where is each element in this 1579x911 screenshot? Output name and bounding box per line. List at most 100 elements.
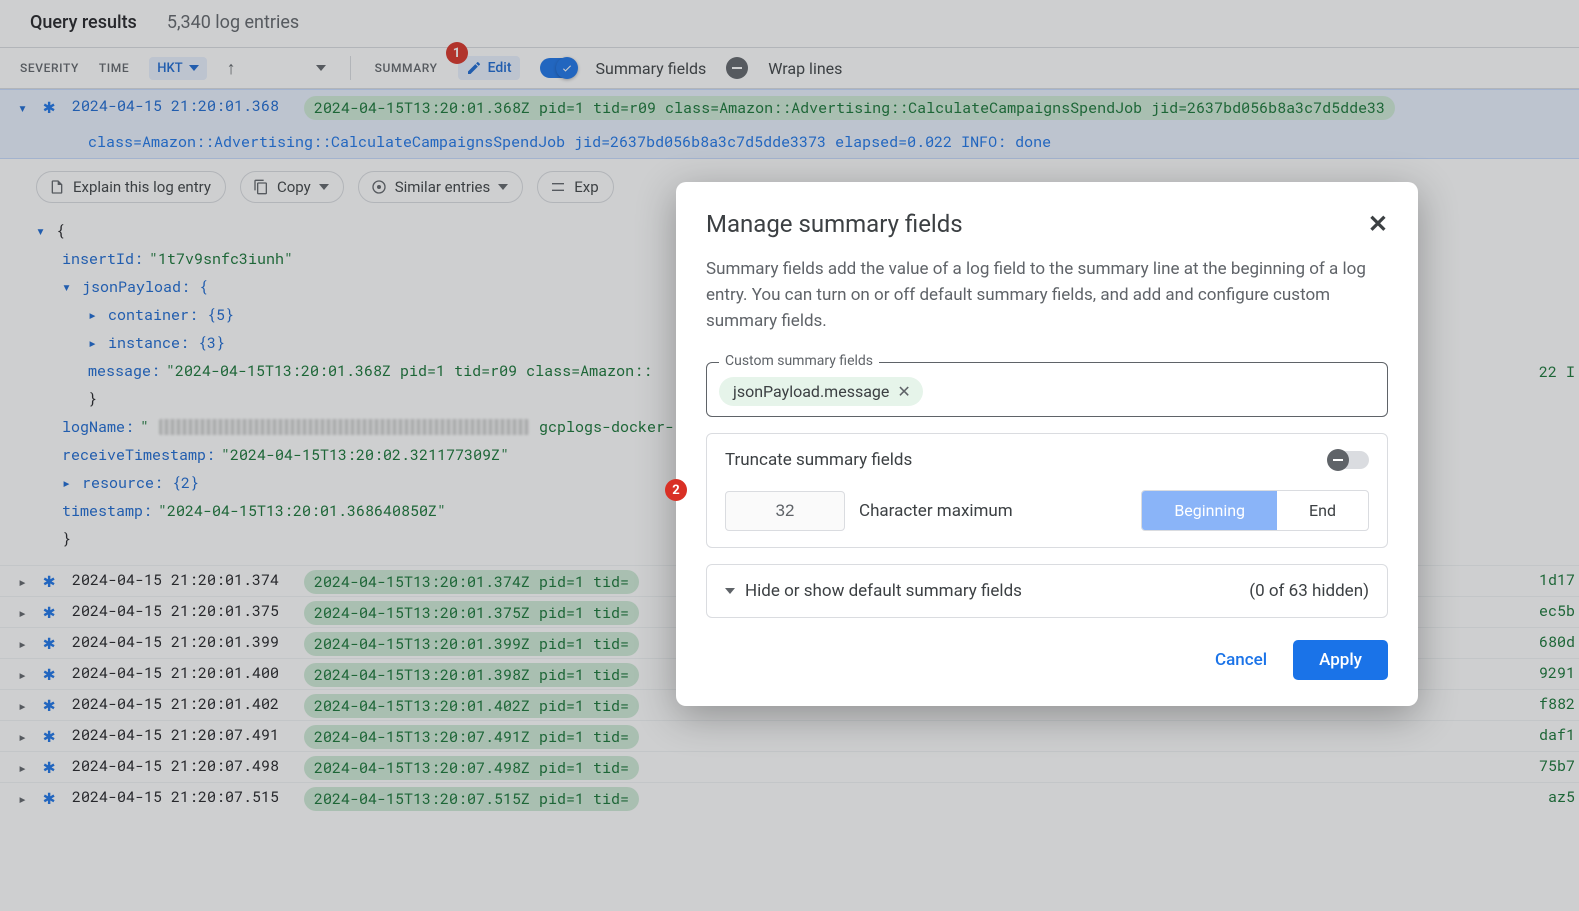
log-row[interactable]: ✱ 2024-04-15 21:20:07.491 2024-04-15T13:… <box>0 720 1579 751</box>
expand-button[interactable]: Exp <box>537 171 613 203</box>
expand-icon[interactable] <box>62 273 76 301</box>
partial-chip: 75b7 <box>1539 756 1575 776</box>
json-key: jsonPayload: { <box>82 273 208 301</box>
json-key: timestamp: <box>62 497 152 525</box>
json-key: receiveTimestamp: <box>62 441 215 469</box>
json-key: instance: {3} <box>108 329 225 357</box>
copy-button[interactable]: Copy <box>240 171 344 203</box>
json-value: "2024-04-15T13:20:02.321177309Z" <box>221 441 509 469</box>
partial-chip: 680d <box>1539 632 1575 652</box>
caret-down-icon <box>498 184 508 190</box>
brace: } <box>62 525 71 553</box>
summary-message-chip: 2024-04-15T13:20:01.374Z pid=1 tid= <box>304 570 639 594</box>
timezone-label: HKT <box>157 61 182 76</box>
edit-label: Edit <box>488 60 512 76</box>
chevron-down-icon <box>725 588 735 594</box>
step-badge-1: 1 <box>446 42 468 64</box>
hide-default-card[interactable]: Hide or show default summary fields (0 o… <box>706 564 1388 618</box>
step-badge-2: 2 <box>665 479 687 501</box>
timestamp-cell: 2024-04-15 21:20:07.491 <box>66 725 296 745</box>
brace: { <box>56 217 65 245</box>
collapse-row-icon[interactable] <box>18 96 32 118</box>
expand-row-icon[interactable] <box>18 663 32 685</box>
json-value: "2024-04-15T13:20:01.368640850Z" <box>158 497 446 525</box>
summary-second-line: class=Amazon::Advertising::CalculateCamp… <box>18 132 1569 152</box>
severity-info-icon: ✱ <box>40 570 58 588</box>
truncate-toggle[interactable] <box>1329 451 1369 469</box>
expand-row-icon[interactable] <box>18 632 32 654</box>
json-value-suffix: gcplogs-docker- <box>539 413 674 441</box>
partial-chip: az5 <box>1548 787 1575 807</box>
caret-down-icon <box>319 184 329 190</box>
col-time: TIME <box>99 61 129 75</box>
divider <box>350 56 351 80</box>
partial-chip: f882 <box>1539 694 1575 714</box>
expand-row-icon[interactable] <box>18 694 32 716</box>
end-button[interactable]: End <box>1277 491 1368 530</box>
custom-fields-input[interactable]: Custom summary fields jsonPayload.messag… <box>706 362 1388 417</box>
edit-summary-button[interactable]: 1 Edit <box>458 56 520 80</box>
severity-info-icon: ✱ <box>40 96 58 114</box>
timezone-chip[interactable]: HKT <box>149 57 206 80</box>
timestamp-cell: 2024-04-15 21:20:01.402 <box>66 694 296 714</box>
summary-message-chip: 2024-04-15T13:20:01.402Z pid=1 tid= <box>304 694 639 718</box>
json-value: " <box>140 413 149 441</box>
summary-message-chip: 2024-04-15T13:20:01.368Z pid=1 tid=r09 c… <box>304 96 1395 120</box>
truncate-position-segment: Beginning End <box>1141 490 1369 531</box>
partial-chip: daf1 <box>1539 725 1575 745</box>
fieldset-legend: Custom summary fields <box>719 353 879 369</box>
apply-button[interactable]: Apply <box>1293 640 1388 680</box>
expand-row-icon[interactable] <box>18 725 32 747</box>
expand-icon <box>550 179 566 195</box>
expand-icon[interactable] <box>88 329 102 357</box>
expand-icon[interactable] <box>62 469 76 497</box>
severity-info-icon: ✱ <box>40 787 58 805</box>
col-severity: SEVERITY <box>20 61 79 75</box>
cancel-button[interactable]: Cancel <box>1215 650 1267 670</box>
partial-chip: ec5b <box>1539 601 1575 621</box>
summary-message-chip: 2024-04-15T13:20:07.498Z pid=1 tid= <box>304 756 639 780</box>
expand-row-icon[interactable] <box>18 570 32 592</box>
col-summary: SUMMARY <box>375 61 438 75</box>
sort-asc-icon[interactable]: ↑ <box>227 58 236 79</box>
expand-row-icon[interactable] <box>18 601 32 623</box>
json-value: "1t7v9snfc3iunh" <box>149 245 293 273</box>
copy-icon <box>253 179 269 195</box>
json-key: resource: {2} <box>82 469 199 497</box>
timestamp-cell: 2024-04-15 21:20:01.368 <box>66 96 296 116</box>
expand-icon[interactable] <box>88 301 102 329</box>
dialog-title: Manage summary fields <box>706 210 963 238</box>
expand-label: Exp <box>574 178 598 196</box>
log-row[interactable]: ✱ 2024-04-15 21:20:07.498 2024-04-15T13:… <box>0 751 1579 782</box>
json-key: message: <box>88 357 160 385</box>
expand-row-icon[interactable] <box>18 787 32 809</box>
json-key: container: {5} <box>108 301 234 329</box>
summary-message-chip: 2024-04-15T13:20:01.375Z pid=1 tid= <box>304 601 639 625</box>
expand-row-icon[interactable] <box>18 756 32 778</box>
close-button[interactable]: ✕ <box>1368 210 1388 238</box>
caret-down-icon[interactable] <box>316 65 326 71</box>
severity-info-icon: ✱ <box>40 725 58 743</box>
truncate-card: Truncate summary fields Character maximu… <box>706 433 1388 548</box>
severity-info-icon: ✱ <box>40 601 58 619</box>
summary-message-chip: 2024-04-15T13:20:07.491Z pid=1 tid= <box>304 725 639 749</box>
remove-chip-icon[interactable]: ✕ <box>897 382 910 401</box>
expand-icon[interactable] <box>36 217 50 245</box>
explain-button[interactable]: Explain this log entry <box>36 171 226 203</box>
wrap-lines-off-icon[interactable] <box>726 57 748 79</box>
minus-icon <box>1327 449 1349 471</box>
similar-button[interactable]: Similar entries <box>358 171 524 203</box>
copy-label: Copy <box>277 178 311 196</box>
char-max-input[interactable] <box>725 491 845 531</box>
char-max-label: Character maximum <box>859 501 1013 521</box>
beginning-button[interactable]: Beginning <box>1142 491 1277 530</box>
brace: } <box>88 385 97 413</box>
summary-message-chip: 2024-04-15T13:20:01.399Z pid=1 tid= <box>304 632 639 656</box>
json-key: logName: <box>62 413 134 441</box>
summary-fields-label: Summary fields <box>596 59 707 78</box>
log-row[interactable]: ✱ 2024-04-15 21:20:07.515 2024-04-15T13:… <box>0 782 1579 813</box>
timestamp-cell: 2024-04-15 21:20:07.498 <box>66 756 296 776</box>
field-chip[interactable]: jsonPayload.message ✕ <box>719 377 923 406</box>
summary-fields-toggle[interactable] <box>540 58 576 78</box>
timestamp-cell: 2024-04-15 21:20:01.399 <box>66 632 296 652</box>
